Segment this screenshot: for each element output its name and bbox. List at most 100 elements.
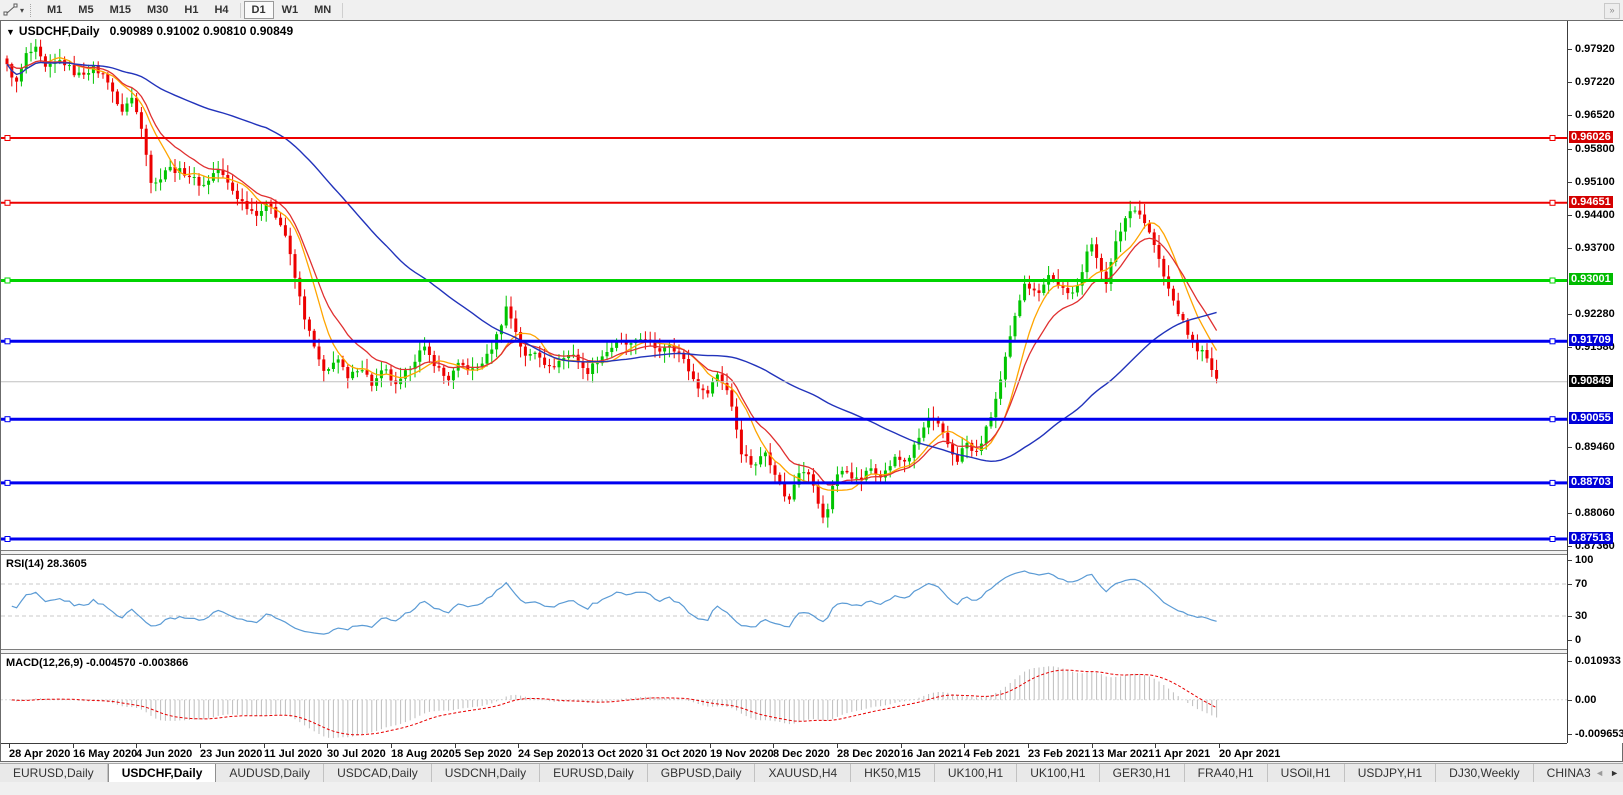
date-tick-label: 13 Oct 2020 — [582, 748, 644, 760]
date-tick-label: 4 Jun 2020 — [136, 748, 193, 760]
chart-tab-usdcnh-daily[interactable]: USDCNH,Daily — [432, 764, 541, 782]
chart-tab-uk100-h1[interactable]: UK100,H1 — [1017, 764, 1100, 782]
chart-tab-hk50-m15[interactable]: HK50,M15 — [851, 764, 935, 782]
date-tick-label: 19 Nov 2020 — [710, 748, 774, 760]
price-level-badge: 0.87513 — [1569, 532, 1613, 544]
macd-tick-label: -0.009653 — [1575, 728, 1623, 740]
date-axis[interactable]: 28 Apr 2020 16 May 2020 4 Jun 2020 23 Jun 2… — [1, 743, 1567, 761]
date-tick-label: 16 Jan 2021 — [901, 748, 963, 760]
chart-tab-ger30-h1[interactable]: GER30,H1 — [1100, 764, 1185, 782]
rsi-tick-mark — [1568, 560, 1572, 561]
chart-tab-xauusd-h4[interactable]: XAUUSD,H4 — [755, 764, 852, 782]
dropdown-arrow-icon[interactable]: ▾ — [20, 6, 24, 15]
pane-separator[interactable] — [1, 550, 1622, 555]
price-axis[interactable]: 0.97920 0.97220 0.96520 0.95800 0.95100 0.944… — [1567, 21, 1623, 743]
rsi-tick-mark — [1568, 616, 1572, 617]
date-tick-label: 28 Dec 2020 — [837, 748, 900, 760]
tab-scroll-left-button[interactable]: ◄ — [1595, 765, 1604, 781]
top-toolbar: ▾ M1 M5 M15 M30 H1 H4 D1 W1 MN » — [0, 0, 1623, 21]
chart-tab-usdchf-daily[interactable]: USDCHF,Daily — [107, 764, 217, 782]
date-tick-label: 23 Jun 2020 — [200, 748, 263, 760]
price-tick-label: 0.95100 — [1575, 176, 1615, 188]
date-tick-label: 23 Feb 2021 — [1028, 748, 1091, 760]
date-tick-label: 18 Aug 2020 — [391, 748, 455, 760]
price-tick-mark — [1568, 314, 1572, 315]
toolbar-grip — [30, 3, 33, 17]
price-tick-label: 0.89460 — [1575, 441, 1615, 453]
price-tick-label: 0.88060 — [1575, 507, 1615, 519]
price-level-badge: 0.90849 — [1569, 375, 1613, 387]
date-tick-label: 13 Mar 2021 — [1092, 748, 1155, 760]
chart-tab-uk100-h1[interactable]: UK100,H1 — [935, 764, 1018, 782]
rsi-tick-mark — [1568, 640, 1572, 641]
chart-tab-eurusd-daily[interactable]: EURUSD,Daily — [540, 764, 648, 782]
collapse-arrow-icon[interactable]: ▼ — [6, 27, 15, 37]
price-tick-label: 0.96520 — [1575, 109, 1615, 121]
tab-scroll-arrows: ◄ ► — [1591, 763, 1623, 782]
macd-tick-mark — [1568, 734, 1572, 735]
rsi-tick-label: 0 — [1575, 634, 1582, 646]
timeframe-button-h4[interactable]: H4 — [206, 1, 236, 19]
timeframe-button-group: M1 M5 M15 M30 H1 H4 D1 W1 MN — [39, 1, 346, 19]
price-tick-label: 0.94400 — [1575, 209, 1615, 221]
tab-scroll-right-button[interactable]: ► — [1610, 765, 1619, 781]
rsi-indicator-pane[interactable] — [1, 555, 1567, 649]
chart-tab-fra40-h1[interactable]: FRA40,H1 — [1185, 764, 1268, 782]
timeframe-button-m30[interactable]: M30 — [139, 1, 176, 19]
rsi-tick-label: 70 — [1575, 578, 1588, 590]
rsi-tick-label: 30 — [1575, 610, 1588, 622]
date-tick-label: 30 Jul 2020 — [327, 748, 386, 760]
date-tick-label: 31 Oct 2020 — [646, 748, 708, 760]
timeframe-button-m5[interactable]: M5 — [70, 1, 101, 19]
date-tick-label: 1 Apr 2021 — [1155, 748, 1211, 760]
macd-tick-label: 0.010933 — [1575, 655, 1621, 667]
date-tick-label: 11 Jul 2020 — [264, 748, 323, 760]
price-tick-mark — [1568, 82, 1572, 83]
price-tick-mark — [1568, 49, 1572, 50]
date-tick-label: 28 Apr 2020 — [9, 748, 71, 760]
timeframe-button-h1[interactable]: H1 — [176, 1, 206, 19]
timeframe-button-m15[interactable]: M15 — [102, 1, 139, 19]
price-level-badge: 0.94651 — [1569, 196, 1613, 208]
chart-tab-dj30-weekly[interactable]: DJ30,Weekly — [1436, 764, 1534, 782]
symbol-label: USDCHF,Daily — [18, 24, 100, 38]
price-tick-label: 0.95800 — [1575, 143, 1615, 155]
date-tick-label: 8 Dec 2020 — [773, 748, 830, 760]
toolbar-separator — [239, 2, 241, 18]
pane-separator[interactable] — [1, 649, 1622, 654]
price-tick-mark — [1568, 347, 1572, 348]
price-tick-mark — [1568, 248, 1572, 249]
price-tick-mark — [1568, 115, 1572, 116]
price-level-badge: 0.90055 — [1569, 412, 1613, 424]
macd-tick-mark — [1568, 661, 1572, 662]
chart-tab-usdcad-daily[interactable]: USDCAD,Daily — [324, 764, 432, 782]
chart-title: ▼ USDCHF,Daily 0.90989 0.91002 0.90810 0.9… — [6, 24, 293, 38]
macd-indicator-pane[interactable] — [1, 654, 1567, 743]
chart-tab-audusd-daily[interactable]: AUDUSD,Daily — [216, 764, 325, 782]
chart-tab-usoil-h1[interactable]: USOil,H1 — [1268, 764, 1345, 782]
chart-tab-gbpusd-daily[interactable]: GBPUSD,Daily — [648, 764, 756, 782]
price-tick-label: 0.97220 — [1575, 76, 1615, 88]
chart-tab-bar: EURUSD,Daily USDCHF,Daily AUDUSD,Daily USDC… — [0, 763, 1623, 782]
price-tick-mark — [1568, 149, 1572, 150]
chart-window: ▼ USDCHF,Daily 0.90989 0.91002 0.90810 0.9… — [0, 20, 1623, 762]
date-tick-label: 5 Sep 2020 — [455, 748, 512, 760]
ohlc-values: 0.90989 0.91002 0.90810 0.90849 — [109, 24, 294, 38]
toolbar-overflow-button[interactable]: » — [1604, 3, 1620, 19]
price-tick-mark — [1568, 447, 1572, 448]
chart-tab-usdjpy-h1[interactable]: USDJPY,H1 — [1345, 764, 1437, 782]
trendline-tool-icon[interactable] — [3, 3, 19, 17]
price-tick-label: 0.97920 — [1575, 43, 1615, 55]
timeframe-button-d1[interactable]: D1 — [243, 1, 274, 19]
timeframe-button-w1[interactable]: W1 — [274, 1, 307, 19]
timeframe-button-m1[interactable]: M1 — [39, 1, 70, 19]
macd-indicator-label: MACD(12,26,9) -0.004570 -0.003866 — [6, 657, 189, 669]
chart-tab-eurusd-daily[interactable]: EURUSD,Daily — [0, 764, 108, 782]
price-level-badge: 0.93001 — [1569, 273, 1613, 285]
main-price-chart[interactable] — [1, 21, 1567, 550]
toolbar-separator — [342, 2, 344, 18]
price-tick-label: 0.93700 — [1575, 242, 1615, 254]
trendline-glyph — [3, 3, 18, 16]
timeframe-button-mn[interactable]: MN — [306, 1, 339, 19]
price-level-badge: 0.96026 — [1569, 131, 1613, 143]
